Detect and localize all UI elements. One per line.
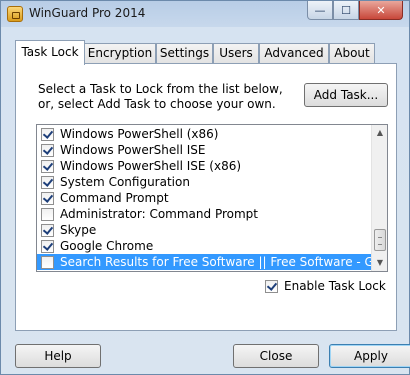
scroll-up-arrow-icon[interactable]: ▲ (372, 125, 387, 141)
list-item[interactable]: Skype (37, 222, 373, 238)
task-lock-panel: Select a Task to Lock from the list belo… (15, 63, 397, 331)
tab-about[interactable]: About (329, 43, 375, 64)
task-label: System Configuration (60, 175, 190, 189)
task-label: Skype (60, 223, 97, 237)
task-list[interactable]: Windows PowerShell (x86) Windows PowerSh… (36, 124, 388, 272)
task-checkbox[interactable] (41, 191, 54, 205)
list-item[interactable]: Google Chrome (37, 238, 373, 254)
task-label: Windows PowerShell ISE (x86) (60, 159, 242, 173)
instructions: Select a Task to Lock from the list belo… (38, 82, 283, 112)
task-checkbox[interactable] (41, 255, 54, 269)
list-item[interactable]: System Configuration (37, 174, 373, 190)
add-task-button[interactable]: Add Task... (304, 83, 388, 107)
instruction-line-1: Select a Task to Lock from the list belo… (38, 82, 283, 96)
task-checkbox[interactable] (41, 127, 54, 141)
task-label: Administrator: Command Prompt (60, 207, 258, 221)
scroll-down-arrow-icon[interactable]: ▼ (372, 255, 387, 271)
winguard-window: WinGuard Pro 2014 — ☐ ✕ Task Lock Encryp… (0, 0, 410, 375)
tab-settings[interactable]: Settings (156, 43, 213, 64)
enable-task-lock-row[interactable]: Enable Task Lock (265, 279, 386, 293)
enable-task-lock-checkbox[interactable] (265, 279, 278, 293)
enable-task-lock-label: Enable Task Lock (284, 279, 386, 293)
list-item[interactable]: Command Prompt (37, 190, 373, 206)
list-item[interactable]: Windows PowerShell (x86) (37, 126, 373, 142)
task-checkbox[interactable] (41, 159, 54, 173)
list-item[interactable]: Administrator: Command Prompt (37, 206, 373, 222)
task-checkbox[interactable] (41, 207, 54, 221)
caption-buttons: — ☐ ✕ (307, 1, 403, 21)
task-checkbox[interactable] (41, 175, 54, 189)
tab-advanced[interactable]: Advanced (259, 43, 329, 64)
title-bar[interactable]: WinGuard Pro 2014 — ☐ ✕ (1, 1, 409, 27)
window-title: WinGuard Pro 2014 (29, 6, 146, 20)
maximize-button[interactable]: ☐ (333, 1, 359, 20)
list-scrollbar[interactable]: ▲ ▼ (371, 125, 387, 271)
help-button[interactable]: Help (15, 344, 101, 368)
task-checkbox[interactable] (41, 143, 54, 157)
minimize-button[interactable]: — (307, 1, 333, 20)
apply-button[interactable]: Apply (329, 344, 410, 368)
scroll-thumb[interactable] (374, 229, 386, 251)
lock-app-icon (7, 6, 23, 22)
task-label: Windows PowerShell ISE (60, 143, 206, 157)
list-item[interactable]: Windows PowerShell ISE (x86) (37, 158, 373, 174)
task-label: Google Chrome (60, 239, 154, 253)
close-button[interactable]: Close (233, 344, 319, 368)
instruction-line-2: or, select Add Task to choose your own. (38, 97, 276, 111)
tab-users[interactable]: Users (213, 43, 259, 64)
list-item[interactable]: Windows PowerShell ISE (37, 142, 373, 158)
tab-encryption[interactable]: Encryption (84, 43, 156, 64)
tab-task-lock[interactable]: Task Lock (15, 40, 85, 65)
task-label: Search Results for Free Software || Free… (60, 255, 382, 269)
list-item[interactable]: Search Results for Free Software || Free… (37, 254, 381, 270)
task-label: Command Prompt (60, 191, 169, 205)
task-checkbox[interactable] (41, 223, 54, 237)
task-checkbox[interactable] (41, 239, 54, 253)
close-window-button[interactable]: ✕ (359, 1, 403, 20)
task-label: Windows PowerShell (x86) (60, 127, 219, 141)
